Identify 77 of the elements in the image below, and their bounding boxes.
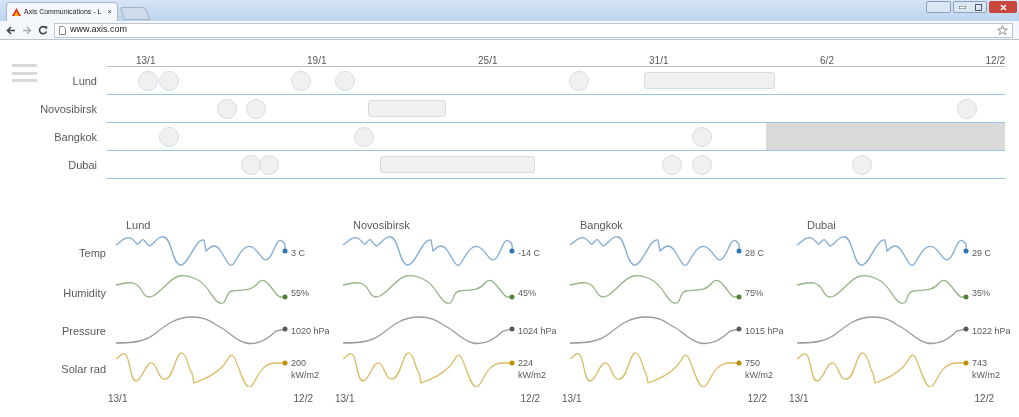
page-icon: [59, 25, 66, 35]
reading-text: 750 kW/m2: [745, 357, 774, 381]
row-label: Novosibirsk: [39, 102, 97, 117]
star-icon[interactable]: [997, 24, 1008, 36]
close-icon: [999, 3, 1007, 11]
axis-start-label: 13/1: [789, 392, 809, 406]
city-title: Novosibirsk: [352, 219, 411, 233]
reading-text: 35%: [972, 287, 991, 299]
reading-text: 55%: [291, 287, 310, 299]
event-bar[interactable]: [380, 156, 536, 173]
new-tab-button[interactable]: [119, 7, 151, 20]
warning-logo-icon: [12, 8, 21, 16]
metric-label: Pressure: [61, 323, 106, 339]
reading-text: 200 kW/m2: [291, 357, 320, 381]
reading-text: 224 kW/m2: [518, 357, 547, 381]
reading-text: 1024 hPa: [518, 325, 558, 337]
event-bar[interactable]: [368, 100, 446, 117]
event-marker[interactable]: [290, 71, 311, 91]
reading-text: -14 C: [518, 247, 541, 259]
forward-icon[interactable]: [22, 25, 32, 35]
event-marker[interactable]: [258, 155, 279, 175]
event-bar[interactable]: [644, 72, 776, 89]
metric-label: Humidity: [63, 285, 106, 301]
reading-text: 28 C: [745, 247, 765, 259]
axis-tick-label: 6/2: [820, 56, 834, 66]
reading-text: 29 C: [972, 247, 992, 259]
event-marker[interactable]: [692, 127, 713, 147]
metric-label: Solar rad: [61, 361, 106, 377]
reading-text: 743 kW/m2: [972, 357, 1001, 381]
axis-tick-label: 19/1: [307, 56, 327, 66]
event-marker[interactable]: [661, 155, 682, 175]
reading-text: 1022 hPa: [972, 325, 1012, 337]
window-button[interactable]: [926, 1, 951, 13]
axis-start-label: 13/1: [335, 392, 355, 406]
row-label: Lund: [71, 74, 97, 89]
reading-text: 45%: [518, 287, 537, 299]
axis-start-label: 13/1: [108, 392, 128, 406]
maximize-icon: [974, 3, 982, 11]
event-marker[interactable]: [158, 127, 179, 147]
event-marker[interactable]: [158, 71, 179, 91]
reload-icon[interactable]: [38, 25, 48, 35]
tab-close-button[interactable]: ×: [107, 6, 112, 18]
close-button[interactable]: [989, 1, 1017, 13]
event-marker[interactable]: [240, 155, 261, 175]
axis-tick-label: 13/1: [136, 56, 156, 66]
reading-text: 3 C: [291, 247, 306, 259]
axis-end-label: 12/2: [520, 392, 540, 406]
event-marker[interactable]: [692, 155, 713, 175]
reading-text: 1015 hPa: [745, 325, 785, 337]
event-marker[interactable]: [334, 71, 355, 91]
event-marker[interactable]: [217, 99, 238, 119]
city-title: Dubai: [806, 219, 837, 233]
axis-tick-label: 25/1: [478, 56, 498, 66]
axis-start-label: 13/1: [562, 392, 582, 406]
event-marker[interactable]: [569, 71, 590, 91]
event-marker[interactable]: [353, 127, 374, 147]
axis-tick-label: 31/1: [649, 56, 669, 66]
minimize-icon: [958, 5, 966, 9]
address-field[interactable]: www.axis.com: [54, 22, 1013, 38]
city-title: Bangkok: [579, 219, 624, 233]
event-marker[interactable]: [852, 155, 873, 175]
row-label: Dubai: [67, 158, 97, 173]
reading-text: 75%: [745, 287, 764, 299]
city-title: Lund: [125, 219, 152, 233]
event-marker[interactable]: [138, 71, 159, 91]
axis-end-label: 12/2: [974, 392, 994, 406]
back-icon[interactable]: [6, 25, 16, 35]
event-marker[interactable]: [957, 99, 978, 119]
url-text: www.axis.com: [70, 23, 127, 37]
metric-label: Temp: [79, 245, 106, 261]
event-marker[interactable]: [246, 99, 267, 119]
reading-text: 1020 hPa: [291, 325, 331, 337]
menu-icon[interactable]: [12, 64, 37, 82]
axis-end-label: 12/2: [293, 392, 313, 406]
row-label: Bangkok: [53, 130, 97, 145]
axis-tick-label: 12/2: [985, 56, 1005, 66]
axis-end-label: 12/2: [747, 392, 767, 406]
